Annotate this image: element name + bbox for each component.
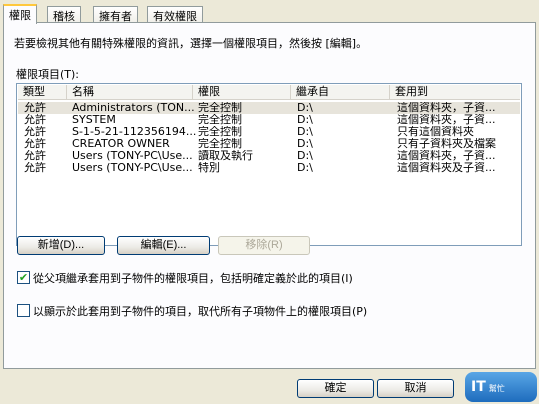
description-text: 若要檢視其他有關特殊權限的資訊，選擇一個權限項目，然後按 [編輯]。 <box>14 37 368 50</box>
cell-name: Administrators (TON... <box>72 102 195 114</box>
cell-apply-to: 這個資料夾，子資... <box>397 150 496 162</box>
ok-button[interactable]: 確定 <box>297 379 374 398</box>
cell-apply-to: 這個資料夾，子資... <box>397 114 496 126</box>
cell-type: 允許 <box>24 138 46 150</box>
permission-entries-list[interactable]: 類型 名稱 權限 繼承自 套用到 允許 Administrators (TON.… <box>16 83 522 246</box>
cell-type: 允許 <box>24 162 46 174</box>
cell-apply-to: 只有這個資料夾 <box>397 126 474 138</box>
cell-permission: 完全控制 <box>198 114 242 126</box>
remove-button[interactable]: 移除(R) <box>218 236 310 255</box>
entries-label: 權限項目(T): <box>16 68 80 81</box>
column-header-name[interactable]: 名稱 <box>67 85 193 99</box>
checkmark-icon: ✔ <box>18 271 29 284</box>
tab-auditing[interactable]: 稽核 <box>47 6 81 23</box>
replace-child-checkbox[interactable] <box>17 304 30 317</box>
column-header-apply-to[interactable]: 套用到 <box>390 85 521 99</box>
table-row[interactable]: 允許 SYSTEM 完全控制 D:\ 這個資料夾，子資... <box>18 114 520 126</box>
column-header-permission[interactable]: 權限 <box>193 85 291 99</box>
cell-inherited-from: D:\ <box>297 162 313 174</box>
cell-apply-to: 這個資料夾及子資... <box>397 162 496 174</box>
table-row[interactable]: 允許 Users (TONY-PC\Use... 讀取及執行 D:\ 這個資料夾… <box>18 150 520 162</box>
cell-name: SYSTEM <box>72 114 116 126</box>
watermark-subtext: 幫忙 <box>488 384 505 393</box>
cell-type: 允許 <box>24 114 46 126</box>
permissions-panel: 若要檢視其他有關特殊權限的資訊，選擇一個權限項目，然後按 [編輯]。 權限項目(… <box>3 22 536 369</box>
inherit-checkbox-label[interactable]: 從父項繼承套用到子物件的權限項目，包括明確定義於此的項目(I) <box>33 270 353 286</box>
cell-inherited-from: D:\ <box>297 150 313 162</box>
tab-owner[interactable]: 擁有者 <box>93 6 138 23</box>
cell-inherited-from: D:\ <box>297 138 313 150</box>
table-row[interactable]: 允許 Users (TONY-PC\Use... 特別 D:\ 這個資料夾及子資… <box>18 162 520 174</box>
cell-inherited-from: D:\ <box>297 126 313 138</box>
cell-permission: 完全控制 <box>198 138 242 150</box>
tab-effective-permissions[interactable]: 有效權限 <box>147 6 203 23</box>
cell-type: 允許 <box>24 102 46 114</box>
cell-type: 允許 <box>24 126 46 138</box>
watermark-logo: IT 幫忙 <box>465 372 537 402</box>
list-header: 類型 名稱 權限 繼承自 套用到 <box>18 85 520 100</box>
table-row[interactable]: 允許 CREATOR OWNER 完全控制 D:\ 只有子資料夾及檔案 <box>18 138 520 150</box>
inherit-checkbox[interactable]: ✔ <box>17 271 30 284</box>
edit-button[interactable]: 編輯(E)... <box>117 236 210 255</box>
cell-name: Users (TONY-PC\Use... <box>72 150 193 162</box>
cell-name: CREATOR OWNER <box>72 138 170 150</box>
replace-child-checkbox-label[interactable]: 以顯示於此套用到子物件的項目，取代所有子項物件上的權限項目(P) <box>33 303 367 319</box>
table-row[interactable]: 允許 S-1-5-21-112356194... 完全控制 D:\ 只有這個資料… <box>18 126 520 138</box>
cell-name: Users (TONY-PC\Use... <box>72 162 193 174</box>
tab-permissions[interactable]: 權限 <box>3 4 37 24</box>
column-header-inherited-from[interactable]: 繼承自 <box>291 85 390 99</box>
cancel-button[interactable]: 取消 <box>377 379 454 398</box>
cell-name: S-1-5-21-112356194... <box>72 126 196 138</box>
cell-type: 允許 <box>24 150 46 162</box>
cell-permission: 特別 <box>198 162 220 174</box>
cell-permission: 完全控制 <box>198 102 242 114</box>
table-row[interactable]: 允許 Administrators (TON... 完全控制 D:\ 這個資料夾… <box>18 102 520 114</box>
watermark-text: IT <box>471 379 486 395</box>
cell-inherited-from: D:\ <box>297 102 313 114</box>
cell-permission: 讀取及執行 <box>198 150 253 162</box>
cell-apply-to: 只有子資料夾及檔案 <box>397 138 496 150</box>
cell-inherited-from: D:\ <box>297 114 313 126</box>
cell-permission: 完全控制 <box>198 126 242 138</box>
add-button[interactable]: 新增(D)... <box>17 236 105 255</box>
cell-apply-to: 這個資料夾，子資... <box>397 102 496 114</box>
column-header-type[interactable]: 類型 <box>18 85 67 99</box>
